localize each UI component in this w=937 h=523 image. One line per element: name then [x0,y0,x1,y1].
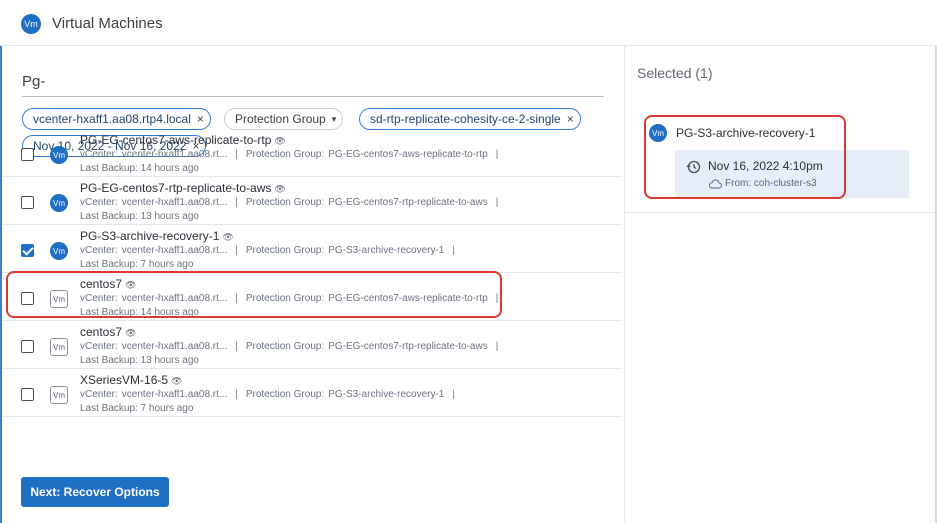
vcenter-value: vcenter-hxaff1.aa08.rt... [121,197,228,208]
vm-meta: vCenter: vcenter-hxaff1.aa08.rt... | Protec… [80,149,506,160]
close-icon[interactable]: × [567,112,574,126]
vcenter-value: vcenter-hxaff1.aa08.rt... [121,389,228,400]
pg-label: Protection Group: [245,341,325,352]
pg-value: PG-S3-archive-recovery-1 [328,389,445,400]
close-icon[interactable]: × [197,112,204,126]
vm-name-line[interactable]: PG-EG-centos7-aws-replicate-to-rtp 👁 [80,133,286,147]
table-row-selected[interactable]: Vm PG-S3-archive-recovery-1 👁 vCenter: vce… [2,225,622,273]
pg-label: Protection Group: [245,149,325,160]
separator: | [495,341,499,352]
vm-meta: vCenter: vcenter-hxaff1.aa08.rt... | Protec… [80,389,463,400]
vcenter-label: vCenter: [80,341,118,352]
search-underline [22,96,604,97]
selected-title: Selected (1) [637,65,713,81]
vcenter-value: vcenter-hxaff1.aa08.rt... [121,149,228,160]
row-checkbox[interactable] [21,148,34,161]
vm-meta: vCenter: vcenter-hxaff1.aa08.rt... | Protec… [80,197,506,208]
vm-name: PG-S3-archive-recovery-1 [80,229,220,243]
filter-chip-vcenter[interactable]: vcenter-hxaff1.aa08.rtp4.local × [22,108,211,130]
next-recover-options-button[interactable]: Next: Recover Options [21,477,169,507]
vm-icon: Vm [21,14,41,34]
vm-icon: Vm [50,386,68,404]
vm-name-line[interactable]: PG-S3-archive-recovery-1 👁 [80,229,234,243]
pg-label: Protection Group: [245,245,325,256]
table-row[interactable]: Vm XSeriesVM-16-5 👁 vCenter: vcenter-hxaff… [2,369,622,417]
vm-icon: Vm [50,146,68,164]
vm-name: centos7 [80,325,123,339]
eye-icon[interactable]: 👁 [125,328,136,338]
chip-label: Protection Group [235,112,326,126]
last-backup: Last Backup: 14 hours ago [80,163,199,174]
pg-value: PG-EG-centos7-aws-replicate-to-rtp [328,149,488,160]
vcenter-label: vCenter: [80,149,118,160]
vcenter-value: vcenter-hxaff1.aa08.rt... [121,341,228,352]
eye-icon[interactable]: 👁 [274,184,285,194]
row-checkbox[interactable] [21,196,34,209]
chip-label: vcenter-hxaff1.aa08.rtp4.local [33,112,191,126]
vcenter-value: vcenter-hxaff1.aa08.rt... [121,245,228,256]
vm-meta: vCenter: vcenter-hxaff1.aa08.rt... | Protec… [80,245,463,256]
pg-label: Protection Group: [245,197,325,208]
highlight-box-selected-item [644,115,846,199]
eye-icon[interactable]: 👁 [222,232,233,242]
eye-icon[interactable]: 👁 [171,376,182,386]
chevron-down-icon: ▾ [331,113,337,124]
vm-meta: vCenter: vcenter-hxaff1.aa08.rt... | Protec… [80,341,506,352]
vm-name-line[interactable]: PG-EG-centos7-rtp-replicate-to-aws 👁 [80,181,286,195]
separator: | [495,197,499,208]
pg-value: PG-EG-centos7-rtp-replicate-to-aws [328,197,488,208]
separator: | [235,245,238,256]
separator: | [452,389,455,400]
vm-icon: Vm [50,242,68,260]
row-checkbox-checked[interactable] [21,244,34,257]
row-checkbox[interactable] [21,340,34,353]
last-backup: Last Backup: 13 hours ago [80,211,199,222]
last-backup: Last Backup: 13 hours ago [80,355,199,366]
vm-name-line[interactable]: XSeriesVM-16-5 👁 [80,373,182,387]
separator: | [235,341,238,352]
separator: | [235,197,238,208]
panel-divider [625,212,937,213]
last-backup: Last Backup: 7 hours ago [80,259,194,270]
vm-name: XSeriesVM-16-5 [80,373,169,387]
eye-icon[interactable]: 👁 [274,136,285,146]
pg-value: PG-S3-archive-recovery-1 [328,245,445,256]
vm-name: PG-EG-centos7-rtp-replicate-to-aws [80,181,272,195]
separator: | [235,149,238,160]
highlight-box-selected-row [6,271,502,318]
vcenter-label: vCenter: [80,197,118,208]
top-bar: Vm Virtual Machines [0,0,937,46]
filter-dropdown-protection-group[interactable]: Protection Group ▾ [224,108,344,130]
vcenter-label: vCenter: [80,245,118,256]
last-backup: Last Backup: 7 hours ago [80,403,194,414]
table-row[interactable]: Vm PG-EG-centos7-rtp-replicate-to-aws 👁 v… [2,177,622,225]
separator: | [495,149,499,160]
vm-icon: Vm [50,194,68,212]
table-row[interactable]: Vm PG-EG-centos7-aws-replicate-to-rtp 👁 v… [2,129,622,177]
search-input[interactable]: Pg- [22,73,45,90]
filter-chip-protection-group[interactable]: sd-rtp-replicate-cohesity-ce-2-single × [359,108,581,130]
row-checkbox[interactable] [21,388,34,401]
vcenter-label: vCenter: [80,389,118,400]
chip-label: sd-rtp-replicate-cohesity-ce-2-single [370,112,561,126]
page-title: Virtual Machines [52,15,163,32]
vm-icon: Vm [50,338,68,356]
table-row[interactable]: Vm centos7 👁 vCenter: vcenter-hxaff1.aa08.… [2,321,622,369]
separator: | [452,245,455,256]
vm-name-line[interactable]: centos7 👁 [80,325,136,339]
vm-name: PG-EG-centos7-aws-replicate-to-rtp [80,133,272,147]
pg-label: Protection Group: [245,389,325,400]
separator: | [235,389,238,400]
pg-value: PG-EG-centos7-rtp-replicate-to-aws [328,341,488,352]
